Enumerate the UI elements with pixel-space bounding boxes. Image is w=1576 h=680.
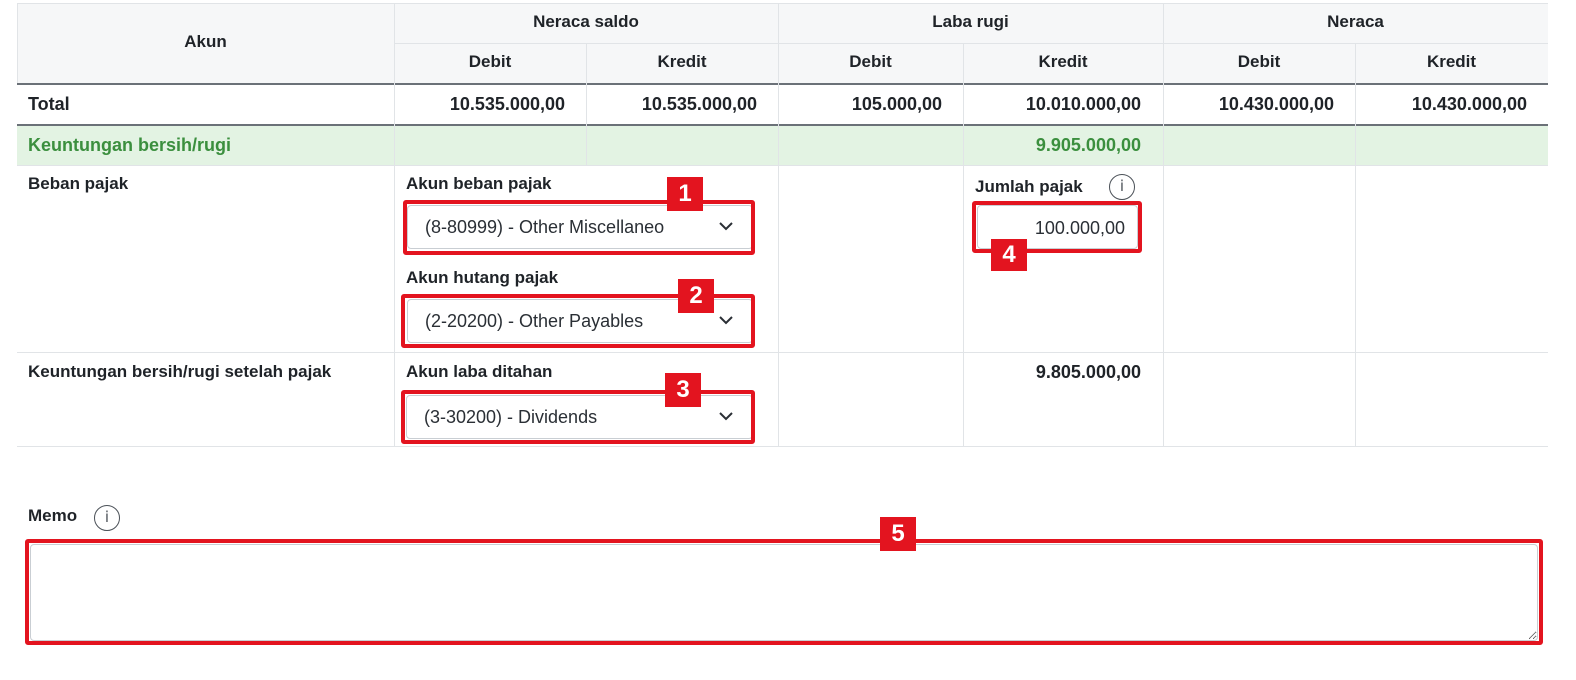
total-lr-debit: 105.000,00 — [851, 94, 942, 114]
total-ns-debit: 10.535.000,00 — [449, 94, 565, 114]
total-bottom-border — [17, 124, 1548, 126]
header-neraca: Neraca — [1327, 12, 1384, 31]
net-profit-label: Keuntungan bersih/rugi — [28, 135, 232, 155]
total-n-kredit: 10.430.000,00 — [1411, 94, 1527, 114]
total-lr-kredit: 10.010.000,00 — [1025, 94, 1141, 114]
header-akun: Akun — [184, 32, 227, 51]
header-lr-kredit: Kredit — [1038, 52, 1088, 71]
retained-account-label: Akun laba ditahan — [406, 362, 553, 381]
total-ns-kredit: 10.535.000,00 — [641, 94, 757, 114]
annotation-badge-5: 5 — [880, 517, 916, 551]
total-n-debit: 10.430.000,00 — [1218, 94, 1334, 114]
header-laba-rugi: Laba rugi — [932, 12, 1009, 31]
after-tax-row-border — [17, 446, 1548, 447]
tax-amount-label: Jumlah pajak — [975, 177, 1083, 196]
profit-row-border — [17, 165, 1548, 166]
annotation-badge-1: 1 — [667, 177, 703, 211]
header-ns-kredit: Kredit — [657, 52, 707, 71]
expense-account-label: Akun beban pajak — [406, 174, 552, 193]
header-ns-debit: Debit — [468, 52, 512, 71]
memo-label: Memo — [28, 506, 78, 525]
header-n-debit: Debit — [1237, 52, 1281, 71]
annotation-badge-2: 2 — [678, 279, 714, 313]
payable-account-label: Akun hutang pajak — [406, 268, 559, 287]
after-tax-lr-kredit: 9.805.000,00 — [1035, 362, 1141, 382]
header-neraca-saldo: Neraca saldo — [533, 12, 639, 31]
header-lr-debit: Debit — [849, 52, 892, 71]
info-icon[interactable]: i — [94, 505, 120, 531]
annotation-box-3 — [401, 390, 755, 444]
total-label: Total — [28, 94, 70, 114]
header-group-divider — [395, 43, 1548, 44]
info-icon[interactable]: i — [1109, 174, 1135, 200]
tax-row-border — [17, 352, 1548, 353]
net-profit-lr-kredit: 9.905.000,00 — [1035, 135, 1141, 155]
annotation-box-5 — [25, 539, 1543, 645]
header-top-border — [17, 3, 1548, 4]
header-n-kredit: Kredit — [1426, 52, 1477, 71]
after-tax-label: Keuntungan bersih/rugi setelah pajak — [28, 362, 332, 381]
annotation-badge-4: 4 — [991, 239, 1027, 271]
net-profit-row — [17, 125, 1548, 166]
tax-expense-label: Beban pajak — [28, 174, 129, 193]
annotation-badge-3: 3 — [665, 373, 701, 407]
header-bottom-border — [17, 83, 1548, 85]
